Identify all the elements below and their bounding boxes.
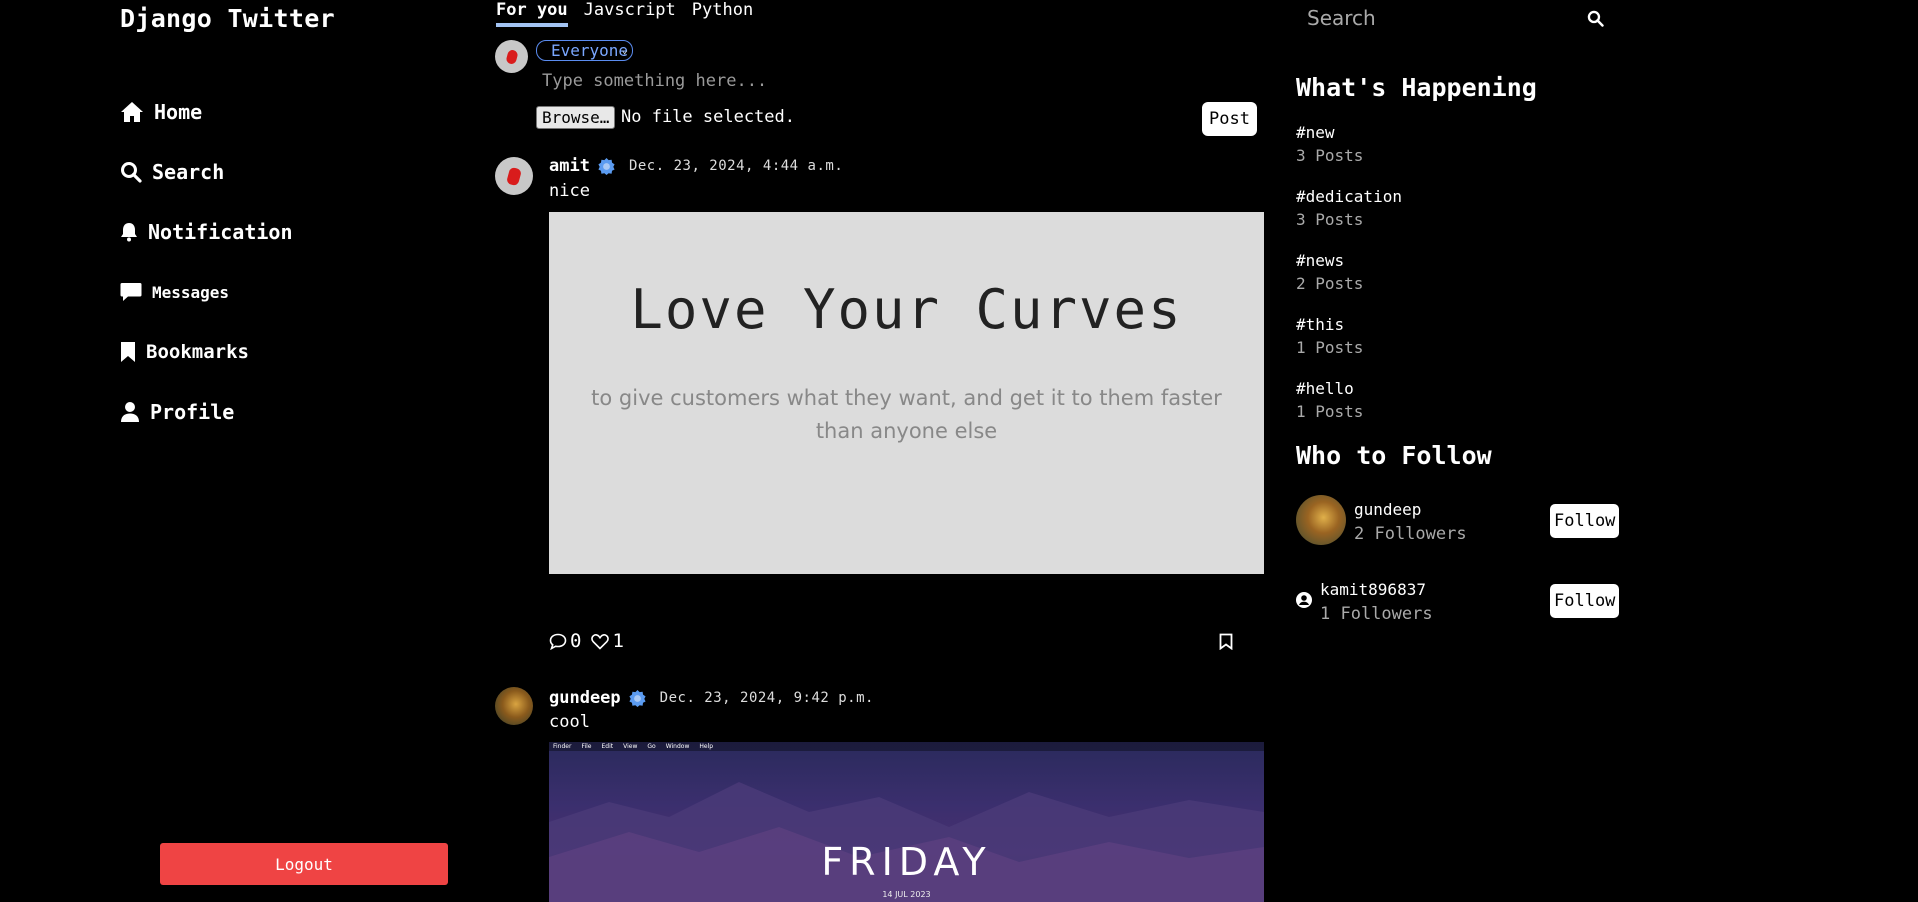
tab-for-you[interactable]: For you: [496, 0, 568, 27]
menu-label: Help: [699, 743, 714, 750]
search-icon: [121, 162, 142, 183]
post-username[interactable]: gundeep: [549, 688, 621, 708]
trend-tag: #this: [1296, 315, 1345, 334]
post-image[interactable]: Love Your Curves to give customers what …: [549, 212, 1264, 574]
nav-label: Messages: [152, 282, 230, 302]
post-text: cool: [549, 712, 590, 732]
tab-javscript[interactable]: Javscript: [584, 0, 676, 27]
trend-count: 2 Posts: [1296, 274, 1364, 293]
user-icon: [121, 402, 139, 422]
image-headline: Love Your Curves: [630, 278, 1183, 341]
suggestion-followers: 2 Followers: [1354, 524, 1467, 544]
brand-title[interactable]: Django Twitter: [120, 4, 335, 33]
like-button[interactable]: 1: [591, 630, 624, 652]
audience-select[interactable]: Everyone ⌄: [536, 40, 633, 61]
post-button[interactable]: Post: [1202, 102, 1257, 136]
feed-tabs: For you Javscript Python: [496, 0, 753, 27]
comment-icon: [549, 633, 567, 650]
trend-tag: #news: [1296, 251, 1345, 270]
image-subtext: to give customers what they want, and ge…: [591, 386, 1222, 443]
trend-count: 3 Posts: [1296, 146, 1364, 165]
bookmark-icon[interactable]: [1219, 633, 1233, 650]
heart-icon: [591, 633, 610, 650]
nav-profile[interactable]: Profile: [120, 382, 420, 442]
suggestion-info: gundeep 2 Followers: [1354, 500, 1467, 544]
nav-bookmarks[interactable]: Bookmarks: [120, 322, 420, 382]
trend-count: 3 Posts: [1296, 210, 1364, 229]
follow-button[interactable]: Follow: [1550, 584, 1620, 618]
trend-item[interactable]: #news 2 Posts: [1296, 251, 1363, 293]
image-menubar: Finder File Edit View Go Window Help: [549, 742, 1264, 751]
image-headline: FRIDAY: [821, 840, 992, 884]
comment-count: 0: [570, 630, 582, 652]
pill-icon: [504, 48, 519, 65]
nav-messages[interactable]: Messages: [120, 262, 420, 322]
whats-happening-title: What's Happening: [1296, 73, 1537, 102]
file-status: No file selected.: [621, 107, 795, 127]
bookmark-icon: [121, 342, 135, 362]
menu-label: Window: [665, 743, 690, 750]
compose-input[interactable]: [540, 68, 1140, 94]
post-actions: 0 1: [549, 630, 624, 652]
browse-button[interactable]: Browse…: [536, 106, 616, 129]
who-to-follow-title: Who to Follow: [1296, 441, 1492, 470]
trend-tag: #hello: [1296, 379, 1354, 398]
menu-label: View: [623, 743, 638, 750]
follow-button[interactable]: Follow: [1550, 504, 1620, 538]
post-header: gundeep Dec. 23, 2024, 9:42 p.m.: [549, 688, 874, 708]
avatar[interactable]: [1296, 495, 1346, 545]
menu-label: Finder: [553, 743, 572, 750]
nav-notification[interactable]: Notification: [120, 202, 420, 262]
suggestion-name[interactable]: kamit896837: [1320, 580, 1433, 599]
pill-icon: [506, 166, 522, 186]
trend-item[interactable]: #dedication 3 Posts: [1296, 187, 1402, 229]
chevron-down-icon: ⌄: [621, 43, 628, 56]
nav-label: Search: [152, 160, 225, 184]
nav-label: Notification: [148, 220, 293, 244]
composer-avatar: [495, 40, 528, 73]
trend-tag: #dedication: [1296, 187, 1402, 206]
verified-badge-icon: [598, 157, 615, 175]
avatar[interactable]: [495, 157, 533, 195]
avatar[interactable]: [495, 687, 533, 725]
nav-label: Bookmarks: [146, 341, 249, 363]
nav-search[interactable]: Search: [120, 142, 420, 202]
search-bar[interactable]: [1305, 0, 1625, 36]
tab-python[interactable]: Python: [692, 0, 753, 27]
nav-label: Profile: [150, 400, 235, 424]
nav-home[interactable]: Home: [120, 82, 420, 142]
menu-label: Go: [647, 743, 656, 750]
message-icon: [120, 283, 142, 301]
logout-button[interactable]: Logout: [160, 843, 448, 885]
suggestion-name[interactable]: gundeep: [1354, 500, 1467, 519]
post-username[interactable]: amit: [549, 156, 590, 176]
audience-value: Everyone: [551, 41, 629, 60]
menu-label: Edit: [601, 743, 614, 750]
comment-button[interactable]: 0: [549, 630, 581, 652]
verified-badge-icon: [629, 689, 646, 707]
search-icon[interactable]: [1587, 10, 1604, 27]
post-timestamp: Dec. 23, 2024, 9:42 p.m.: [659, 690, 874, 706]
home-icon: [121, 102, 143, 122]
trend-tag: #new: [1296, 123, 1335, 142]
like-count: 1: [612, 630, 624, 652]
post-header: amit Dec. 23, 2024, 4:44 a.m.: [549, 156, 843, 176]
sidebar-nav: Home Search Notification Messages Bookma…: [120, 82, 420, 442]
menu-label: File: [581, 743, 592, 750]
post-timestamp: Dec. 23, 2024, 4:44 a.m.: [628, 158, 844, 174]
user-circle-icon: [1296, 592, 1312, 608]
suggestion-info: kamit896837 1 Followers: [1320, 580, 1433, 624]
post-text: nice: [549, 181, 590, 201]
nav-label: Home: [154, 100, 203, 124]
image-date: 14 JUL 2023: [882, 890, 931, 899]
post-image[interactable]: Finder File Edit View Go Window Help FRI…: [549, 742, 1264, 902]
trend-item[interactable]: #new 3 Posts: [1296, 123, 1363, 165]
trend-item[interactable]: #this 1 Posts: [1296, 315, 1363, 357]
trend-count: 1 Posts: [1296, 338, 1364, 357]
trend-item[interactable]: #hello 1 Posts: [1296, 379, 1363, 421]
search-input[interactable]: [1305, 5, 1565, 31]
trend-count: 1 Posts: [1296, 402, 1364, 421]
bell-icon: [121, 223, 137, 242]
suggestion-followers: 1 Followers: [1320, 604, 1433, 624]
